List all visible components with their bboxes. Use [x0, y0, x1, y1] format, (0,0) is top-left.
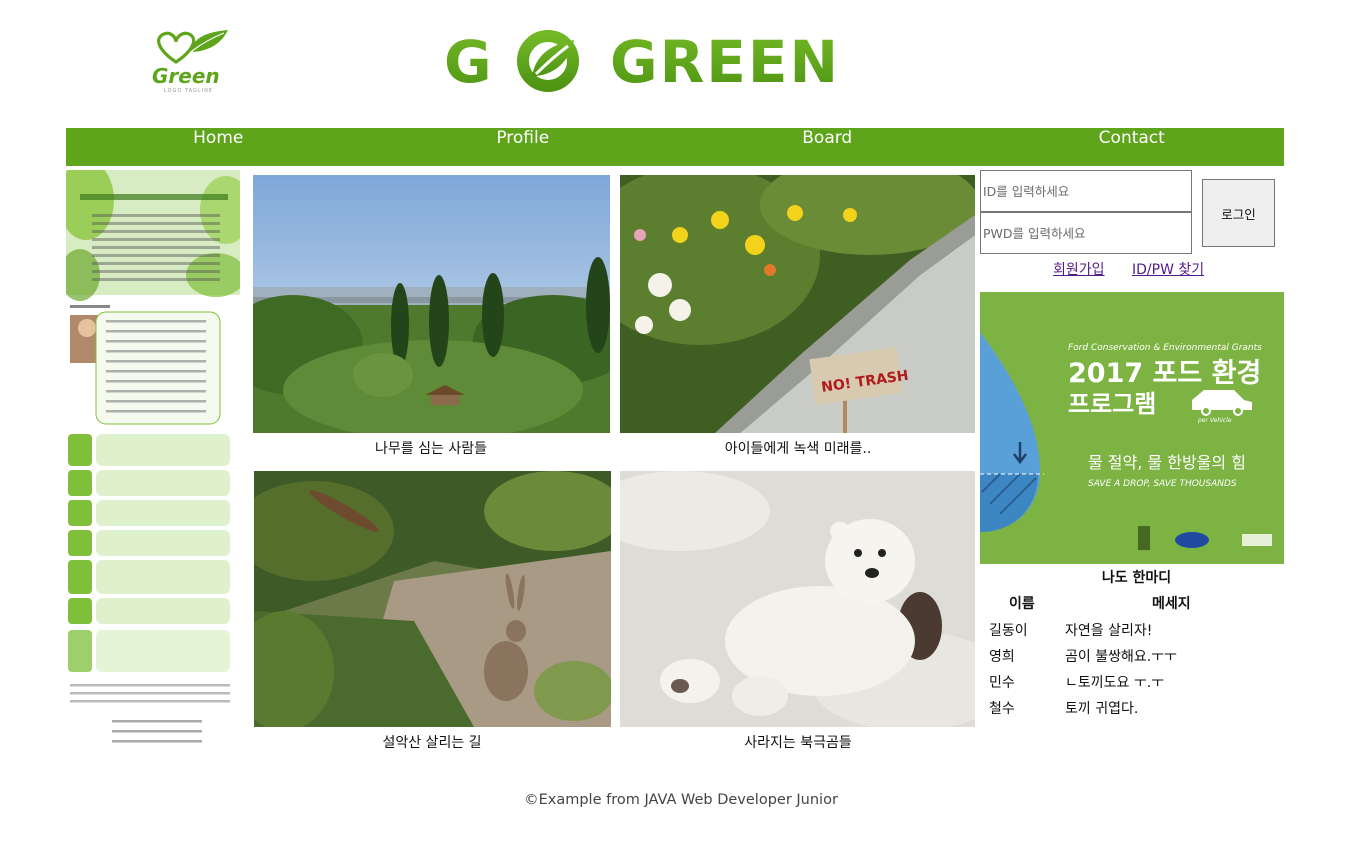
logo-big-text: GREEN [610, 28, 840, 96]
photo-caption: 사라지는 북극곰들 [744, 735, 852, 751]
photo-polar-bear[interactable] [620, 471, 975, 727]
signup-link[interactable]: 회원가입 [1053, 259, 1105, 279]
photo-caption: 아이들에게 녹색 미래를.. [724, 441, 872, 457]
photo-caption: 설악산 살리는 길 [382, 735, 482, 751]
ad-slogan: 물 절약, 물 한방울의 힘 [1088, 453, 1246, 472]
row-name: 철수 [989, 701, 1015, 717]
go-green-logo: G GREEN [444, 28, 840, 96]
row-name: 민수 [989, 675, 1015, 691]
row-message: 곰이 불쌍해요.ㅜㅜ [1065, 649, 1177, 665]
nav-board[interactable]: Board [675, 128, 980, 166]
row-message: ㄴ토끼도요 ㅜ.ㅜ [1065, 675, 1165, 691]
id-input[interactable] [980, 170, 1192, 212]
logo-tagline: LOGO TAGLINE [164, 88, 213, 94]
per-vehicle-text: per Vehicle [1197, 417, 1232, 424]
nav-contact[interactable]: Contact [980, 128, 1285, 166]
main-nav: Home Profile Board Contact [66, 128, 1284, 166]
col-header-name: 이름 [1009, 596, 1035, 612]
ad-subtitle: Ford Conservation & Environmental Grants [1068, 343, 1262, 353]
logo-small-text: Green [152, 64, 220, 88]
ad-title-line2: 프로그램 [1068, 390, 1156, 418]
login-button[interactable]: 로그인 [1202, 179, 1275, 247]
ad-slogan-en: SAVE A DROP, SAVE THOUSANDS [1088, 479, 1237, 489]
pwd-input[interactable] [980, 212, 1192, 254]
find-id-pw-link[interactable]: ID/PW 찾기 [1132, 259, 1204, 279]
row-name: 영희 [989, 649, 1015, 665]
heart-leaf-icon [157, 30, 228, 64]
ford-environment-ad[interactable]: Ford Conservation & Environmental Grants… [980, 292, 1284, 564]
guestbook-title: 나도 한마디 [1101, 570, 1172, 586]
photo-tree-planting[interactable] [253, 175, 610, 433]
nav-home[interactable]: Home [66, 128, 371, 166]
photo-seorak-path[interactable] [254, 471, 611, 727]
nav-profile[interactable]: Profile [371, 128, 676, 166]
photo-kids-green-future[interactable]: NO! TRASH [620, 175, 975, 433]
row-message: 자연을 살리자! [1065, 623, 1153, 639]
col-header-message: 메세지 [1152, 596, 1191, 612]
program-flyer-image [66, 170, 240, 750]
photo-caption: 나무를 심는 사람들 [375, 441, 487, 457]
row-name: 길동이 [989, 623, 1028, 639]
footer-copyright: ©Example from JAVA Web Developer Junior [524, 792, 838, 808]
row-message: 토끼 귀엽다. [1065, 701, 1139, 717]
svg-text:G: G [444, 28, 492, 96]
green-logo[interactable]: Green LOGO TAGLINE [146, 28, 236, 96]
ad-title-line1: 2017 포드 환경 [1068, 358, 1261, 389]
